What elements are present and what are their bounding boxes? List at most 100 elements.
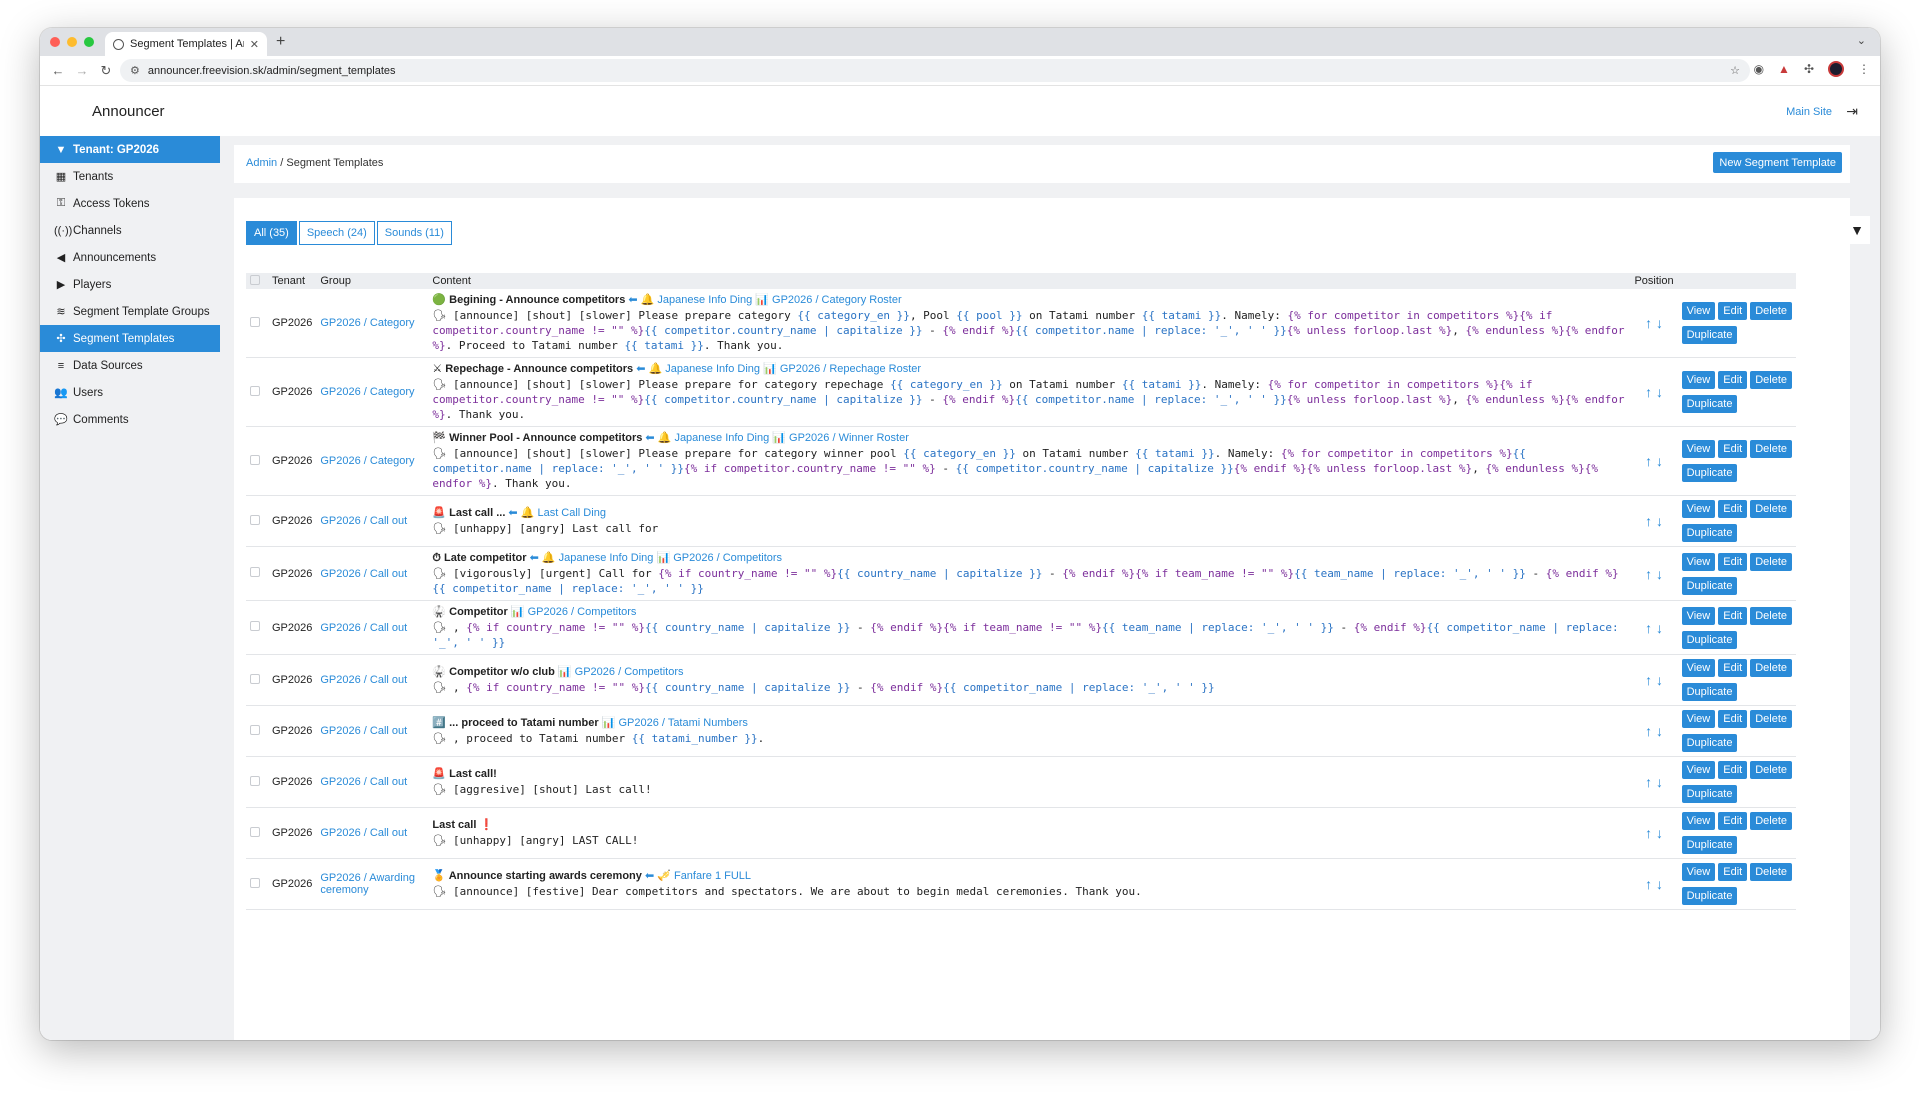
reorder-arrows-icon[interactable]: ↑ ↓ [1645, 672, 1663, 688]
main-site-link[interactable]: Main Site [1786, 106, 1832, 118]
row-checkbox[interactable] [250, 454, 260, 465]
template-links[interactable]: ⬅ 🎺 Fanfare 1 FULL [642, 870, 751, 882]
address-bar[interactable]: ⚙ announcer.freevision.sk/admin/segment_… [120, 59, 1750, 82]
row-checkbox[interactable] [250, 514, 260, 525]
reorder-arrows-icon[interactable]: ↑ ↓ [1645, 620, 1663, 636]
sidebar-item-tenants[interactable]: ▦ Tenants [40, 163, 220, 190]
view-button[interactable]: View [1681, 302, 1716, 320]
delete-button[interactable]: Delete [1750, 371, 1792, 389]
duplicate-button[interactable]: Duplicate [1681, 326, 1738, 344]
edit-button[interactable]: Edit [1718, 302, 1748, 320]
template-links[interactable]: ⬅ 🔔 Japanese Info Ding 📊 GP2026 / Repech… [633, 363, 921, 375]
edit-button[interactable]: Edit [1718, 659, 1748, 677]
reorder-arrows-icon[interactable]: ↑ ↓ [1645, 453, 1663, 469]
close-window-button[interactable] [50, 37, 60, 47]
header-tenant[interactable]: Tenant [268, 273, 317, 289]
row-checkbox[interactable] [250, 567, 260, 577]
duplicate-button[interactable]: Duplicate [1681, 524, 1738, 542]
duplicate-button[interactable]: Duplicate [1681, 395, 1738, 413]
group-link[interactable]: GP2026 / Call out [320, 568, 407, 580]
duplicate-button[interactable]: Duplicate [1681, 887, 1738, 905]
select-all-checkbox[interactable] [250, 274, 260, 285]
site-info-icon[interactable]: ⚙ [130, 64, 140, 77]
close-tab-icon[interactable]: ✕ [250, 38, 259, 51]
header-position[interactable]: Position [1630, 273, 1678, 289]
sidebar-item-announcements[interactable]: ◀ Announcements [40, 244, 220, 271]
edit-button[interactable]: Edit [1718, 606, 1748, 625]
browser-tab[interactable]: Segment Templates | Announ ✕ [105, 32, 267, 56]
row-checkbox[interactable] [250, 385, 260, 396]
view-button[interactable]: View [1681, 659, 1716, 677]
row-checkbox[interactable] [250, 877, 260, 888]
reorder-arrows-icon[interactable]: ↑ ↓ [1645, 825, 1663, 841]
forward-icon[interactable]: → [70, 63, 94, 78]
view-button[interactable]: View [1681, 812, 1716, 830]
template-links[interactable]: ⬅ 🔔 Japanese Info Ding 📊 GP2026 / Catego… [625, 294, 901, 306]
view-button[interactable]: View [1681, 710, 1716, 728]
sidebar-item-channels[interactable]: ((·)) Channels [40, 217, 220, 244]
template-links[interactable]: 📊 GP2026 / Competitors [555, 666, 684, 678]
view-button[interactable]: View [1681, 761, 1716, 779]
delete-button[interactable]: Delete [1750, 812, 1792, 830]
edit-button[interactable]: Edit [1718, 552, 1748, 571]
edit-button[interactable]: Edit [1718, 500, 1748, 518]
group-link[interactable]: GP2026 / Category [320, 455, 414, 467]
reorder-arrows-icon[interactable]: ↑ ↓ [1645, 513, 1663, 529]
logout-icon[interactable]: ⇥ [1846, 103, 1858, 120]
sidebar-item-data-sources[interactable]: ≡ Data Sources [40, 352, 220, 379]
maximize-window-button[interactable] [84, 37, 94, 47]
profile-avatar[interactable] [1828, 61, 1844, 77]
reorder-arrows-icon[interactable]: ↑ ↓ [1645, 876, 1663, 892]
delete-button[interactable]: Delete [1750, 659, 1792, 677]
template-links[interactable]: ⬅ 🔔 Last Call Ding [505, 507, 606, 519]
sidebar-item-segment-template-groups[interactable]: ≋ Segment Template Groups [40, 298, 220, 325]
row-checkbox[interactable] [250, 724, 260, 735]
edit-button[interactable]: Edit [1718, 371, 1748, 389]
sidebar-item-users[interactable]: 👥 Users [40, 379, 220, 406]
delete-button[interactable]: Delete [1750, 440, 1792, 458]
view-button[interactable]: View [1681, 863, 1716, 881]
minimize-window-button[interactable] [67, 37, 77, 47]
row-checkbox[interactable] [250, 826, 260, 837]
view-button[interactable]: View [1681, 552, 1716, 571]
new-tab-button[interactable]: + [276, 33, 285, 51]
delete-button[interactable]: Delete [1750, 302, 1792, 320]
duplicate-button[interactable]: Duplicate [1681, 734, 1738, 752]
row-checkbox[interactable] [250, 316, 260, 327]
reorder-arrows-icon[interactable]: ↑ ↓ [1645, 566, 1663, 582]
bookmark-star-icon[interactable]: ☆ [1730, 64, 1740, 77]
edit-button[interactable]: Edit [1718, 812, 1748, 830]
template-links[interactable]: 📊 GP2026 / Tatami Numbers [599, 717, 748, 729]
template-links[interactable]: 📊 GP2026 / Competitors [508, 606, 637, 618]
template-links[interactable]: ⬅ 🔔 Japanese Info Ding 📊 GP2026 / Winner… [642, 432, 908, 444]
duplicate-button[interactable]: Duplicate [1681, 464, 1738, 482]
reload-icon[interactable]: ↻ [94, 63, 118, 79]
delete-button[interactable]: Delete [1750, 552, 1792, 571]
duplicate-button[interactable]: Duplicate [1681, 630, 1738, 649]
extension-icon[interactable]: ▲ [1778, 62, 1790, 76]
view-button[interactable]: View [1681, 371, 1716, 389]
tab-search-icon[interactable]: ⌄ [1857, 34, 1866, 47]
row-checkbox[interactable] [250, 621, 260, 631]
edit-button[interactable]: Edit [1718, 863, 1748, 881]
duplicate-button[interactable]: Duplicate [1681, 836, 1738, 854]
header-content[interactable]: Content [428, 273, 1631, 289]
delete-button[interactable]: Delete [1750, 863, 1792, 881]
extensions-puzzle-icon[interactable]: ✣ [1804, 62, 1814, 76]
group-link[interactable]: GP2026 / Call out [320, 622, 407, 634]
edit-button[interactable]: Edit [1718, 761, 1748, 779]
sidebar-item-players[interactable]: ▶ Players [40, 271, 220, 298]
reorder-arrows-icon[interactable]: ↑ ↓ [1645, 723, 1663, 739]
template-links[interactable]: ⬅ 🔔 Japanese Info Ding 📊 GP2026 / Compet… [527, 552, 782, 564]
filter-all-button[interactable]: All (35) [246, 221, 297, 245]
reorder-arrows-icon[interactable]: ↑ ↓ [1645, 315, 1663, 331]
group-link[interactable]: GP2026 / Call out [320, 725, 407, 737]
sidebar-tenant-selector[interactable]: ▼ Tenant: GP2026 [40, 136, 220, 163]
sidebar-item-segment-templates[interactable]: ✣ Segment Templates [40, 325, 220, 352]
sidebar-item-comments[interactable]: 💬 Comments [40, 406, 220, 433]
header-group[interactable]: Group [316, 273, 429, 289]
row-checkbox[interactable] [250, 775, 260, 786]
group-link[interactable]: GP2026 / Call out [320, 827, 407, 839]
group-link[interactable]: GP2026 / Category [320, 317, 414, 329]
sidebar-item-access-tokens[interactable]: ⚿ Access Tokens [40, 190, 220, 217]
